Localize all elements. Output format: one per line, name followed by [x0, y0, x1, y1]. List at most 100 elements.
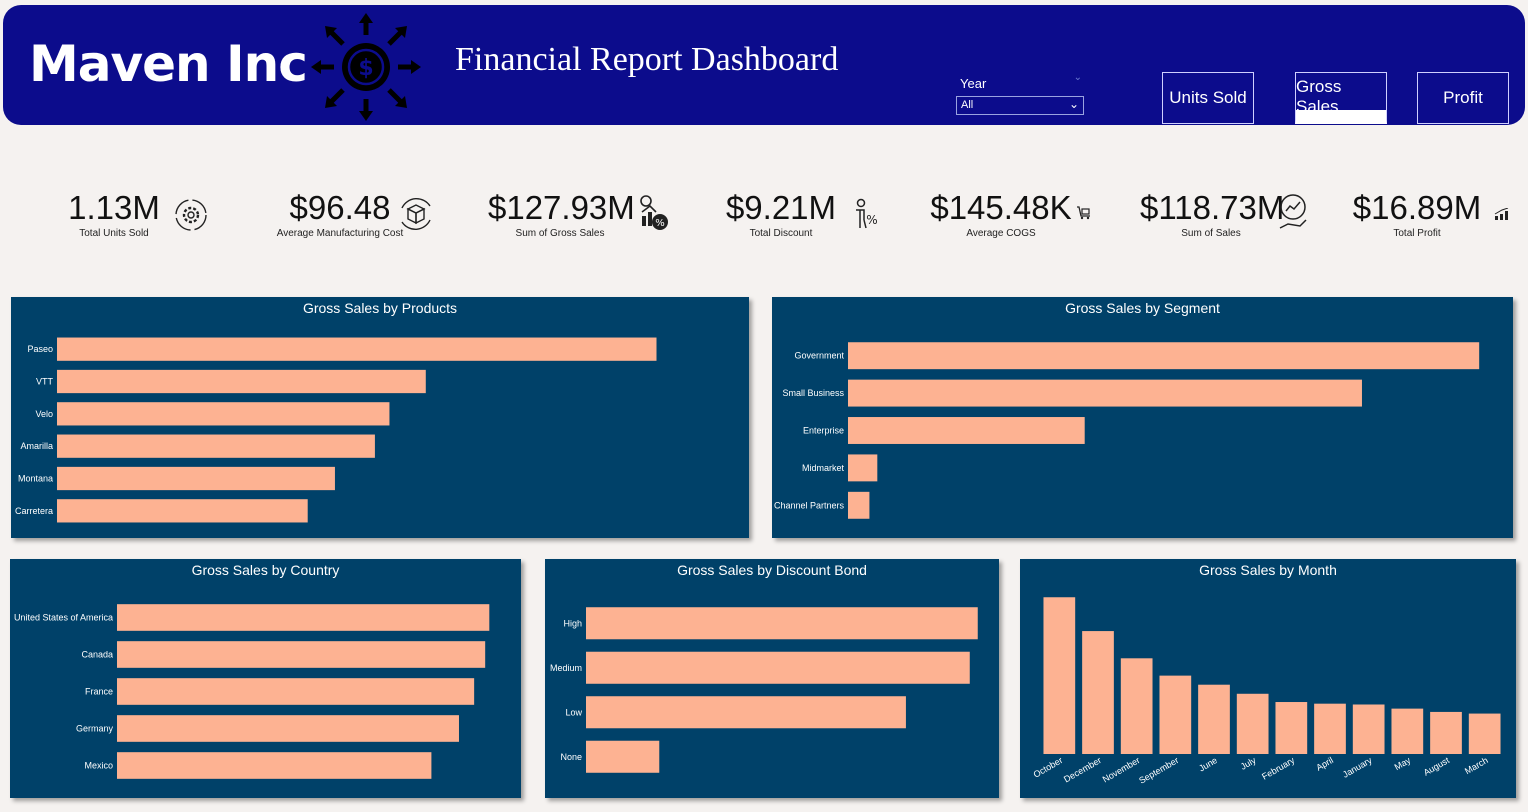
kpi-total-profit: $16.89M Total Profit	[1346, 188, 1488, 239]
category-label: Montana	[18, 474, 53, 484]
kpi-label: Total Profit	[1393, 228, 1441, 239]
chart-gross-sales-by-segment: Gross Sales by Segment Government Small B…	[772, 297, 1513, 538]
bar-channel-partners[interactable]	[848, 491, 870, 519]
bar-paseo[interactable]	[57, 337, 657, 361]
bar-midmarket[interactable]	[848, 454, 878, 482]
bar-carretera[interactable]	[57, 499, 308, 523]
chevron-down-icon[interactable]: ⌄	[1074, 72, 1082, 83]
bar-march[interactable]	[1468, 713, 1501, 754]
kpi-label: Average Manufacturing Cost	[276, 228, 404, 239]
dashboard-title: Financial Report Dashboard	[455, 41, 839, 78]
kpi-value: $145.48K	[930, 189, 1072, 226]
gross-sales-button[interactable]: Gross Sales	[1295, 72, 1387, 124]
bar-vtt[interactable]	[57, 369, 426, 394]
chart-plot: OctoberDecemberNovemberSeptember June July…	[1032, 597, 1501, 786]
category-label: Medium	[550, 663, 582, 673]
hand-chart-icon	[1279, 194, 1307, 229]
category-label: November	[1101, 755, 1142, 784]
category-label: October	[1032, 755, 1065, 780]
bar-small-business[interactable]	[848, 379, 1362, 407]
units-sold-label: Units Sold	[1169, 88, 1247, 107]
category-label: April	[1314, 755, 1335, 773]
active-tab-indicator	[1296, 110, 1386, 124]
bar-france[interactable]	[117, 678, 475, 705]
bar-april[interactable]	[1314, 703, 1346, 754]
bar-medium[interactable]	[586, 651, 970, 684]
category-label: High	[563, 618, 582, 628]
bar-canada[interactable]	[117, 641, 486, 668]
profit-label: Profit	[1443, 88, 1483, 107]
bar-june[interactable]	[1198, 684, 1230, 754]
year-dropdown[interactable]: All ⌄	[956, 96, 1084, 115]
category-label: Mexico	[84, 761, 113, 771]
bar-mexico[interactable]	[117, 752, 432, 779]
brand-name: Maven Inc	[29, 35, 308, 93]
svg-text:%: %	[866, 213, 877, 227]
kpi-sum-of-sales: $118.73M Sum of Sales	[1140, 188, 1285, 239]
box-cycle-icon	[401, 197, 431, 231]
kpi-total-discount: $9.21M Total Discount	[722, 188, 840, 239]
money-burst-logo-icon: $	[311, 13, 421, 121]
category-label: July	[1239, 755, 1258, 772]
kpi-label: Total Units Sold	[79, 228, 149, 239]
kpi-value: $118.73M	[1140, 189, 1285, 226]
kpi-label: Sum of Sales	[1181, 228, 1241, 239]
sales-percent-icon: %	[640, 195, 668, 230]
chart-gross-sales-by-country: Gross Sales by Country United States of …	[10, 559, 521, 798]
bar-government[interactable]	[848, 342, 1480, 370]
bar-none[interactable]	[586, 740, 660, 773]
chart-plot: High Medium Low None	[550, 607, 978, 773]
category-label: December	[1062, 755, 1103, 784]
bar-high[interactable]	[586, 607, 978, 640]
category-label: Low	[565, 707, 582, 717]
chart-plot: Government Small Business Enterprise Midmar…	[774, 342, 1480, 519]
category-label: France	[85, 687, 113, 697]
bar-february[interactable]	[1275, 702, 1308, 754]
bar-montana[interactable]	[57, 466, 335, 491]
category-label: Channel Partners	[774, 500, 845, 510]
profit-button[interactable]: Profit	[1417, 72, 1509, 124]
category-label: Germany	[76, 724, 114, 734]
kpi-label: Average COGS	[966, 228, 1036, 239]
chart-gross-sales-by-products: Gross Sales by Products Paseo VTT Velo Amar…	[11, 297, 749, 538]
kpi-label: Total Discount	[749, 228, 813, 239]
bar-growth-icon	[1494, 208, 1509, 220]
category-label: March	[1463, 755, 1490, 776]
bar-united-states-of-america[interactable]	[117, 604, 490, 631]
bar-january[interactable]	[1352, 704, 1385, 755]
category-label: Small Business	[782, 388, 844, 398]
category-label: Government	[794, 351, 844, 361]
bar-september[interactable]	[1159, 675, 1192, 754]
bar-july[interactable]	[1236, 693, 1269, 754]
bar-december[interactable]	[1082, 631, 1114, 754]
year-slicer[interactable]: Year ⌄ All ⌄	[956, 72, 1084, 118]
bar-may[interactable]	[1391, 708, 1424, 754]
bar-low[interactable]	[586, 696, 906, 729]
bar-velo[interactable]	[57, 402, 390, 426]
category-label: Carretera	[15, 506, 53, 516]
category-label: United States of America	[14, 613, 113, 623]
kpi-average-cogs: $145.48K Average COGS	[930, 188, 1072, 239]
year-dropdown-value: All	[961, 99, 974, 111]
discount-person-icon: %	[856, 198, 878, 229]
kpi-label: Sum of Gross Sales	[515, 228, 605, 239]
category-label: None	[560, 752, 582, 762]
category-label: Velo	[35, 409, 53, 419]
bar-august[interactable]	[1430, 711, 1462, 754]
bar-enterprise[interactable]	[848, 417, 1085, 444]
kpi-total-units-sold: 1.13M Total Units Sold	[62, 188, 166, 239]
cart-icon	[1077, 206, 1090, 220]
bar-november[interactable]	[1120, 658, 1153, 754]
category-label: VTT	[36, 377, 54, 387]
kpi-value: $127.93M	[488, 189, 635, 226]
bar-october[interactable]	[1043, 597, 1076, 754]
category-label: June	[1197, 755, 1219, 773]
category-label: May	[1393, 755, 1413, 772]
kpi-value: $9.21M	[725, 189, 837, 226]
bar-germany[interactable]	[117, 715, 459, 742]
kpi-value: 1.13M	[68, 189, 160, 226]
bar-amarilla[interactable]	[57, 434, 375, 458]
units-sold-button[interactable]: Units Sold	[1162, 72, 1254, 124]
category-label: Enterprise	[803, 426, 844, 436]
slicer-label: Year	[960, 76, 987, 91]
